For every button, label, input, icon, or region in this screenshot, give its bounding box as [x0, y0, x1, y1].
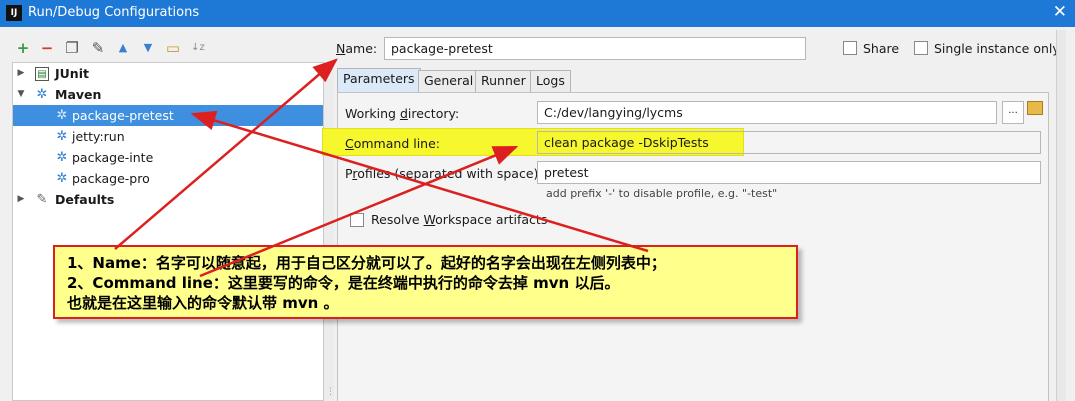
arrow-to-command-line [199, 145, 519, 278]
arrow-to-name-field [114, 58, 338, 250]
arrow-to-tree-item [190, 110, 649, 253]
annotation-arrows [114, 58, 649, 278]
